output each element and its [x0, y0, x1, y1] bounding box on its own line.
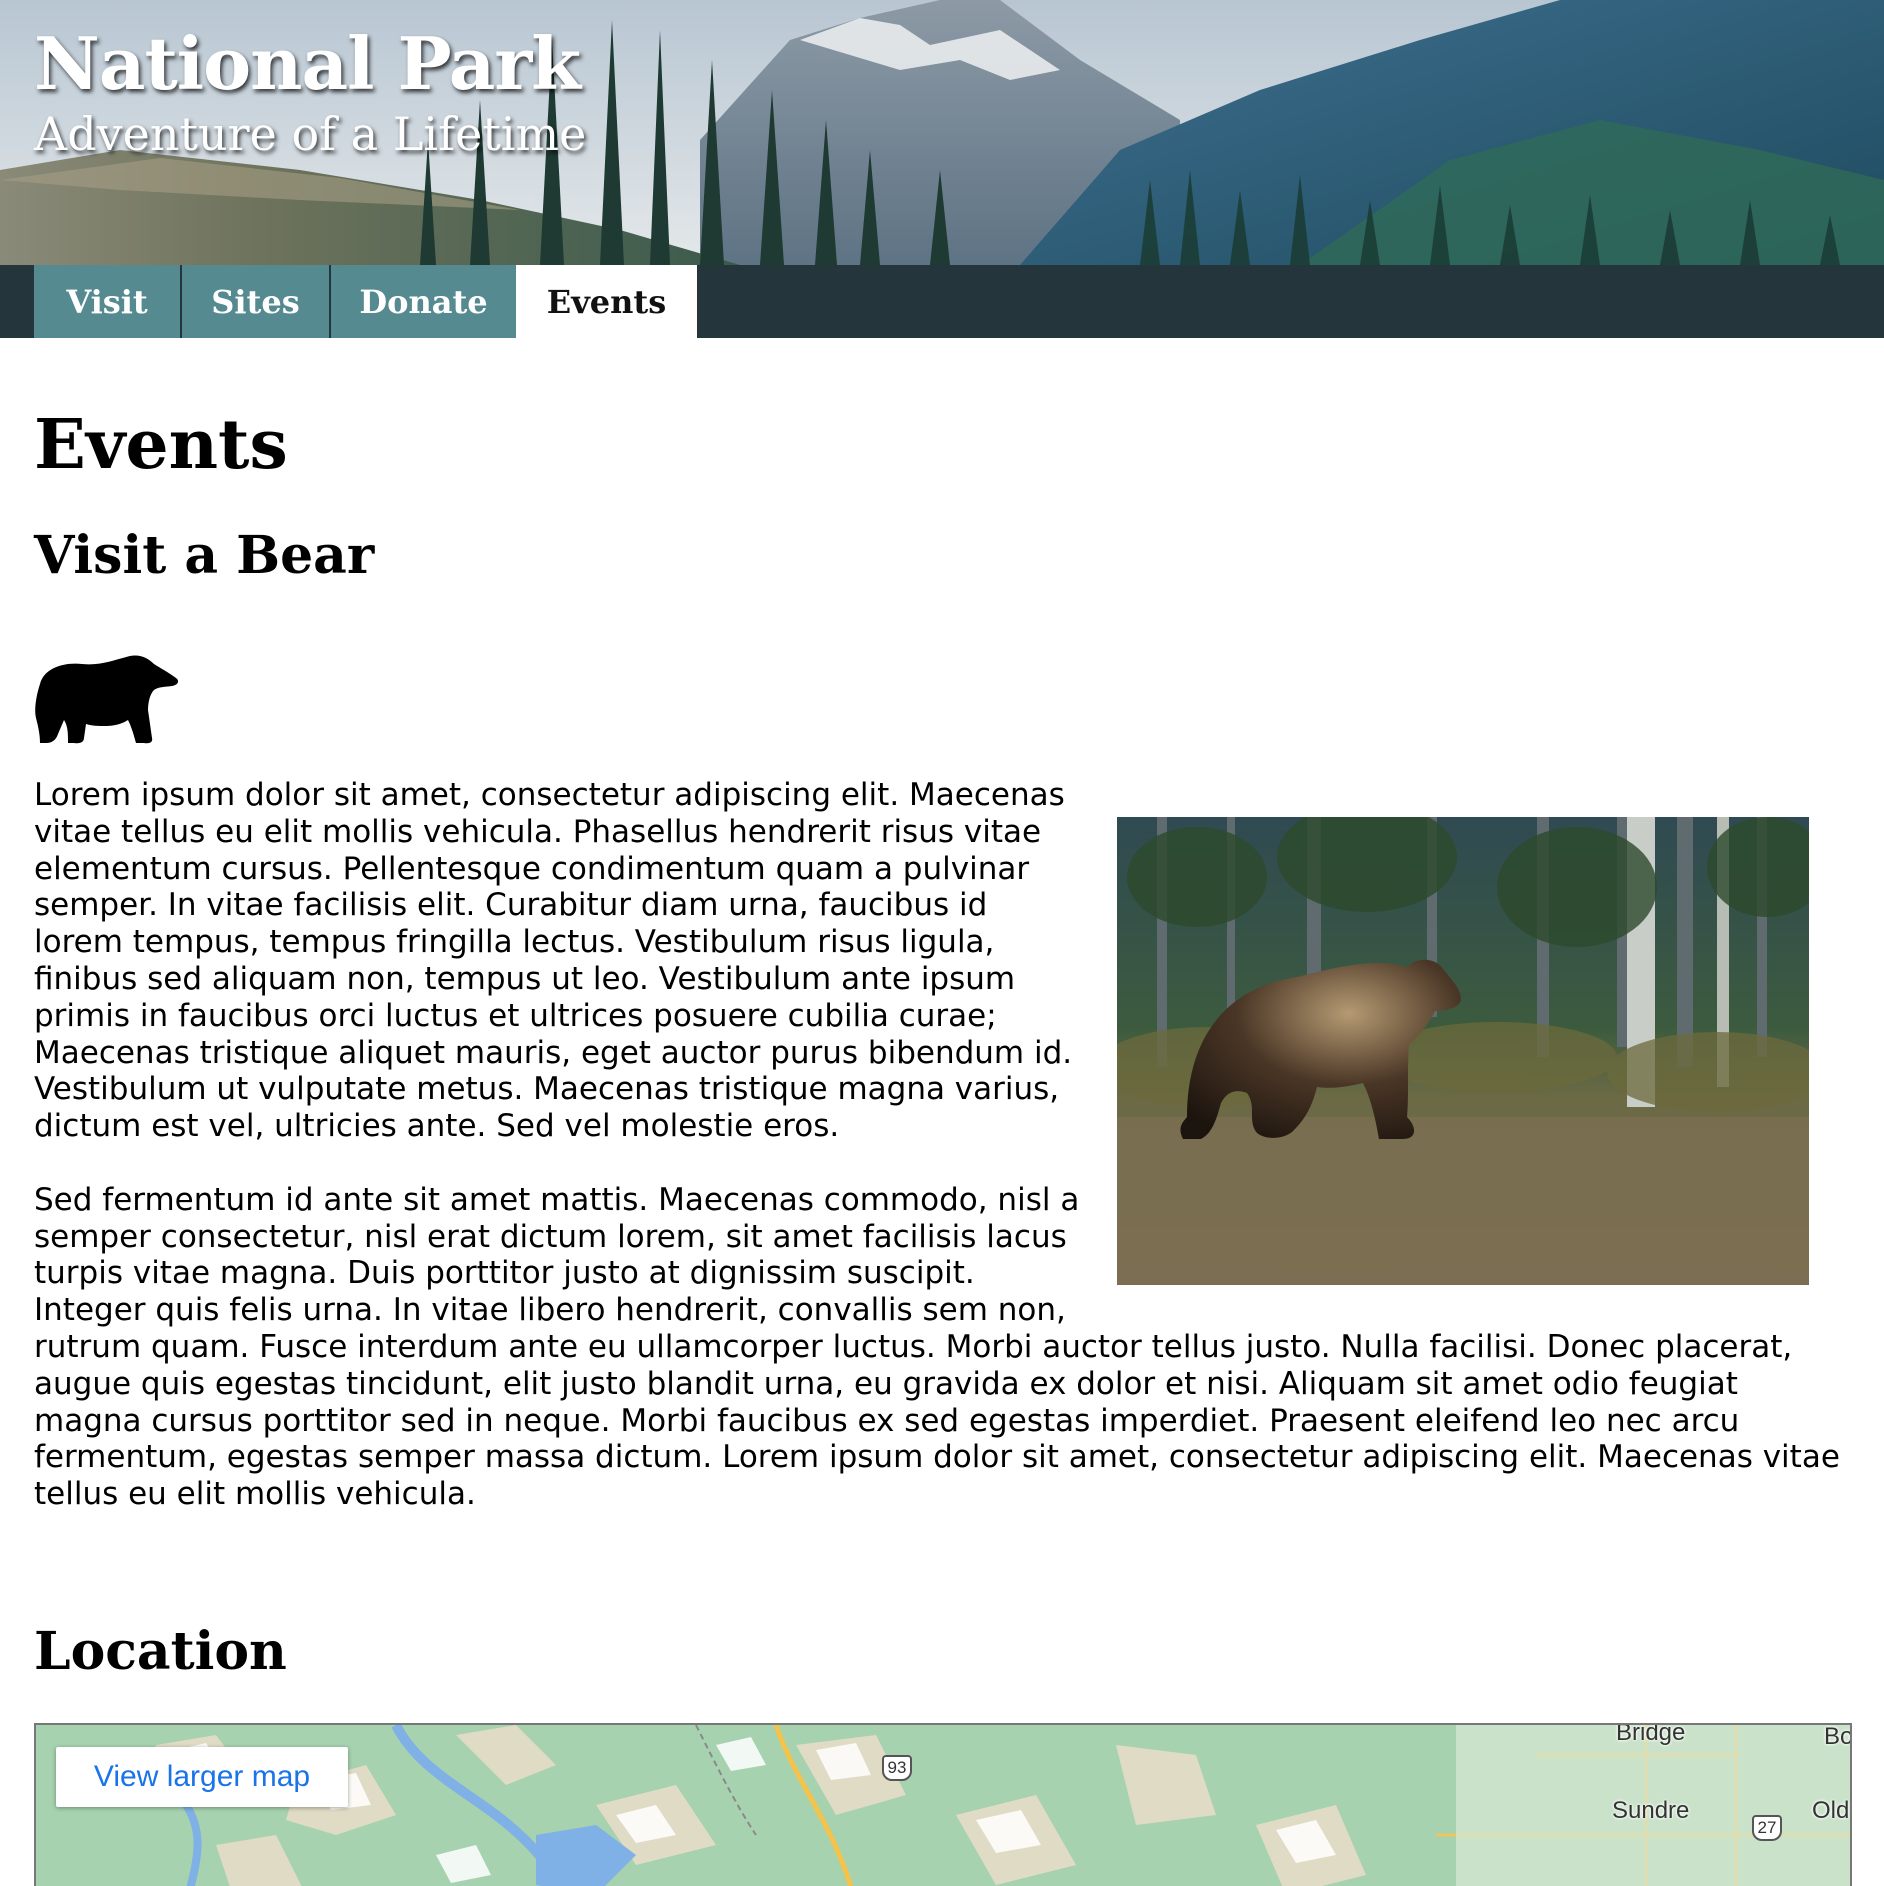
- map-label-bo: Bo: [1824, 1723, 1852, 1750]
- highway-93-shield-icon: 93: [882, 1755, 912, 1781]
- tab-events[interactable]: Events: [516, 265, 697, 338]
- location-title: Location: [34, 1621, 287, 1682]
- view-larger-map-link[interactable]: View larger map: [56, 1747, 348, 1807]
- highway-27-shield-icon: 27: [1752, 1815, 1782, 1841]
- tab-visit[interactable]: Visit: [34, 265, 180, 338]
- bear-photo: [1117, 817, 1809, 1285]
- page-title: Events: [34, 405, 288, 485]
- tab-donate[interactable]: Donate: [331, 265, 516, 338]
- map-label-sundre: Sundre: [1612, 1797, 1690, 1824]
- header-banner: National Park Adventure of a Lifetime: [0, 0, 1884, 265]
- site-title: National Park: [34, 21, 581, 106]
- event-title: Visit a Bear: [34, 525, 375, 586]
- map-label-bridge: Bridge: [1616, 1723, 1686, 1746]
- bear-silhouette-icon: [35, 655, 179, 744]
- site-tagline: Adventure of a Lifetime: [34, 107, 587, 161]
- event-article: Lorem ipsum dolor sit amet, consectetur …: [34, 777, 1846, 1550]
- main-nav: Visit Sites Donate Events: [0, 265, 1884, 338]
- map-label-old: Old: [1812, 1797, 1850, 1824]
- location-map[interactable]: View larger map Bridge Sundre Old Bo 93 …: [34, 1723, 1852, 1886]
- tab-sites[interactable]: Sites: [182, 265, 329, 338]
